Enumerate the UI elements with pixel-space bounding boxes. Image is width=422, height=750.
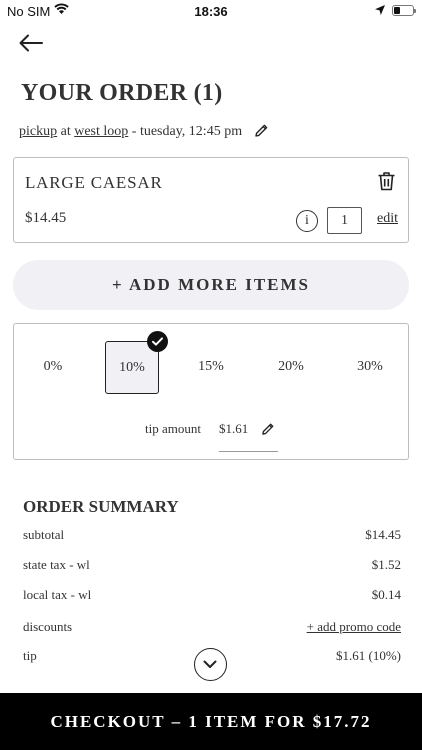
summary-label: tip bbox=[23, 648, 37, 663]
scroll-down-button[interactable] bbox=[194, 648, 227, 681]
summary-value: $0.14 bbox=[371, 587, 401, 602]
summary-label: discounts bbox=[23, 619, 73, 634]
add-promo-code-link[interactable]: + add promo code bbox=[307, 619, 401, 635]
summary-row-discounts: discounts + add promo code bbox=[23, 619, 401, 639]
item-price: $14.45 bbox=[25, 210, 67, 226]
item-name: LARGE CAESAR bbox=[25, 173, 163, 192]
quantity-input[interactable] bbox=[327, 207, 362, 234]
summary-row-subtotal: subtotal $14.45 bbox=[23, 527, 401, 547]
check-icon bbox=[152, 337, 163, 346]
summary-value: $14.45 bbox=[365, 527, 401, 542]
back-button[interactable] bbox=[18, 32, 44, 54]
tip-amount-label: tip amount bbox=[145, 421, 201, 436]
location-link[interactable]: west loop bbox=[74, 124, 128, 139]
summary-row-local-tax: local tax - wl $0.14 bbox=[23, 587, 401, 607]
add-more-items-button[interactable]: + ADD MORE ITEMS bbox=[13, 260, 409, 310]
tip-card: 0% 10% 15% 20% 30% tip amount $1.61 bbox=[13, 323, 409, 460]
page-title: YOUR ORDER (1) bbox=[21, 80, 223, 106]
order-meta: pickup at west loop - tuesday, 12:45 pm bbox=[19, 123, 269, 140]
summary-row-state-tax: state tax - wl $1.52 bbox=[23, 557, 401, 577]
tip-option-15[interactable]: 15% bbox=[184, 341, 238, 394]
tip-option-20[interactable]: 20% bbox=[264, 341, 318, 394]
order-meta-at: at bbox=[60, 124, 71, 139]
status-bar: No SIM 18:36 bbox=[0, 0, 422, 22]
tip-option-0[interactable]: 0% bbox=[26, 341, 80, 394]
tip-option-30[interactable]: 30% bbox=[343, 341, 397, 394]
order-item-card: LARGE CAESAR $14.45 i edit bbox=[13, 157, 409, 243]
pencil-icon[interactable] bbox=[254, 123, 269, 138]
arrow-left-icon bbox=[19, 34, 43, 52]
summary-value: $1.61 (10%) bbox=[336, 648, 401, 663]
info-icon[interactable]: i bbox=[296, 210, 318, 232]
checkout-button[interactable]: CHECKOUT – 1 ITEM FOR $17.72 bbox=[0, 693, 422, 750]
summary-label: subtotal bbox=[23, 527, 65, 542]
edit-item-link[interactable]: edit bbox=[377, 211, 398, 227]
pickup-method-link[interactable]: pickup bbox=[19, 124, 57, 139]
summary-value: $1.52 bbox=[371, 557, 401, 572]
trash-icon[interactable] bbox=[377, 171, 396, 191]
tip-amount-underline bbox=[219, 451, 278, 452]
pickup-time: - tuesday, 12:45 pm bbox=[131, 124, 243, 139]
battery-icon bbox=[392, 5, 416, 16]
tip-amount-value[interactable]: $1.61 bbox=[219, 421, 248, 437]
location-arrow-icon bbox=[375, 5, 385, 15]
order-summary-title: ORDER SUMMARY bbox=[23, 497, 179, 516]
summary-label: local tax - wl bbox=[23, 587, 92, 602]
pencil-icon[interactable] bbox=[261, 422, 275, 436]
chevron-down-icon bbox=[203, 660, 217, 668]
summary-label: state tax - wl bbox=[23, 557, 90, 572]
selected-check-badge bbox=[147, 331, 168, 352]
clock-time: 18:36 bbox=[194, 4, 228, 19]
